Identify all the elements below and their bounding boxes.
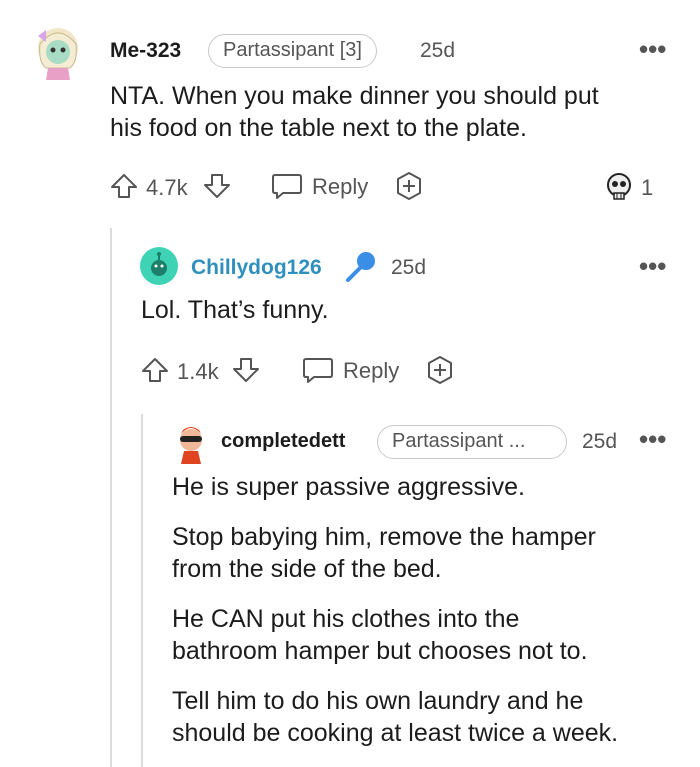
comment-line: He CAN put his clothes into the (172, 605, 520, 633)
plus-award-icon (393, 170, 425, 202)
microphone-icon (344, 250, 378, 284)
thread-line[interactable] (141, 414, 143, 767)
avatar[interactable] (140, 247, 178, 285)
comment-age: 25d (582, 430, 618, 453)
comment-paragraph: Tell him to do his own laundry and he sh… (172, 685, 672, 749)
comment-line: Stop babying him, remove the hamper (172, 523, 596, 551)
username[interactable]: Chillydog126 (191, 256, 322, 280)
comment-line: from the side of the bed. (172, 555, 442, 583)
more-options-button[interactable]: ••• (639, 253, 666, 279)
comment-age: 25d (391, 256, 427, 279)
comment-paragraph: He is super passive aggressive. (172, 471, 672, 503)
comment-age: 25d (420, 39, 456, 62)
comment-paragraph: He CAN put his clothes into the bathroom… (172, 603, 672, 667)
downvote-arrow-icon (203, 172, 231, 200)
comment-line: He is super passive aggressive. (172, 473, 525, 501)
speech-bubble-icon (271, 171, 303, 201)
plus-award-icon (424, 354, 456, 386)
username[interactable]: Me-323 (110, 39, 181, 63)
comment-body: NTA. When you make dinner you should put… (110, 80, 670, 144)
vote-count: 4.7k (146, 175, 188, 200)
downvote-button[interactable] (203, 172, 231, 200)
award-badge[interactable] (604, 172, 634, 202)
avatar[interactable] (34, 22, 82, 80)
downvote-button[interactable] (232, 356, 260, 384)
comment-line: Tell him to do his own laundry and he (172, 687, 584, 715)
award-button[interactable] (424, 354, 456, 386)
thread-line[interactable] (110, 228, 112, 767)
reply-label: Reply (343, 358, 400, 383)
more-options-button[interactable]: ••• (639, 36, 666, 62)
comment-body: He is super passive aggressive. Stop bab… (172, 471, 672, 749)
comment-line: bathroom hamper but chooses not to. (172, 637, 588, 665)
upvote-button[interactable] (110, 172, 138, 200)
downvote-arrow-icon (232, 356, 260, 384)
reply-button[interactable]: Reply (302, 355, 402, 385)
comment-body: Lol. That’s funny. (141, 294, 661, 326)
avatar[interactable] (171, 420, 211, 466)
upvote-arrow-icon (141, 356, 169, 384)
user-flair: Partassipant ... (377, 425, 567, 459)
reply-label: Reply (312, 174, 369, 199)
award-count: 1 (641, 175, 654, 200)
comment-line: his food on the table next to the plate. (110, 114, 527, 142)
comment-line: Lol. That’s funny. (141, 296, 329, 324)
comment-paragraph: Stop babying him, remove the hamper from… (172, 521, 672, 585)
upvote-button[interactable] (141, 356, 169, 384)
upvote-arrow-icon (110, 172, 138, 200)
user-flair: Partassipant [3] (208, 34, 377, 68)
award-button[interactable] (393, 170, 425, 202)
comment-line: should be cooking at least twice a week. (172, 719, 619, 747)
username[interactable]: completedett (221, 430, 345, 453)
reply-button[interactable]: Reply (271, 171, 371, 201)
skull-award-icon (604, 172, 634, 202)
more-options-button[interactable]: ••• (639, 426, 666, 452)
comment-line: NTA. When you make dinner you should put (110, 82, 599, 110)
speech-bubble-icon (302, 355, 334, 385)
vote-count: 1.4k (177, 359, 219, 384)
